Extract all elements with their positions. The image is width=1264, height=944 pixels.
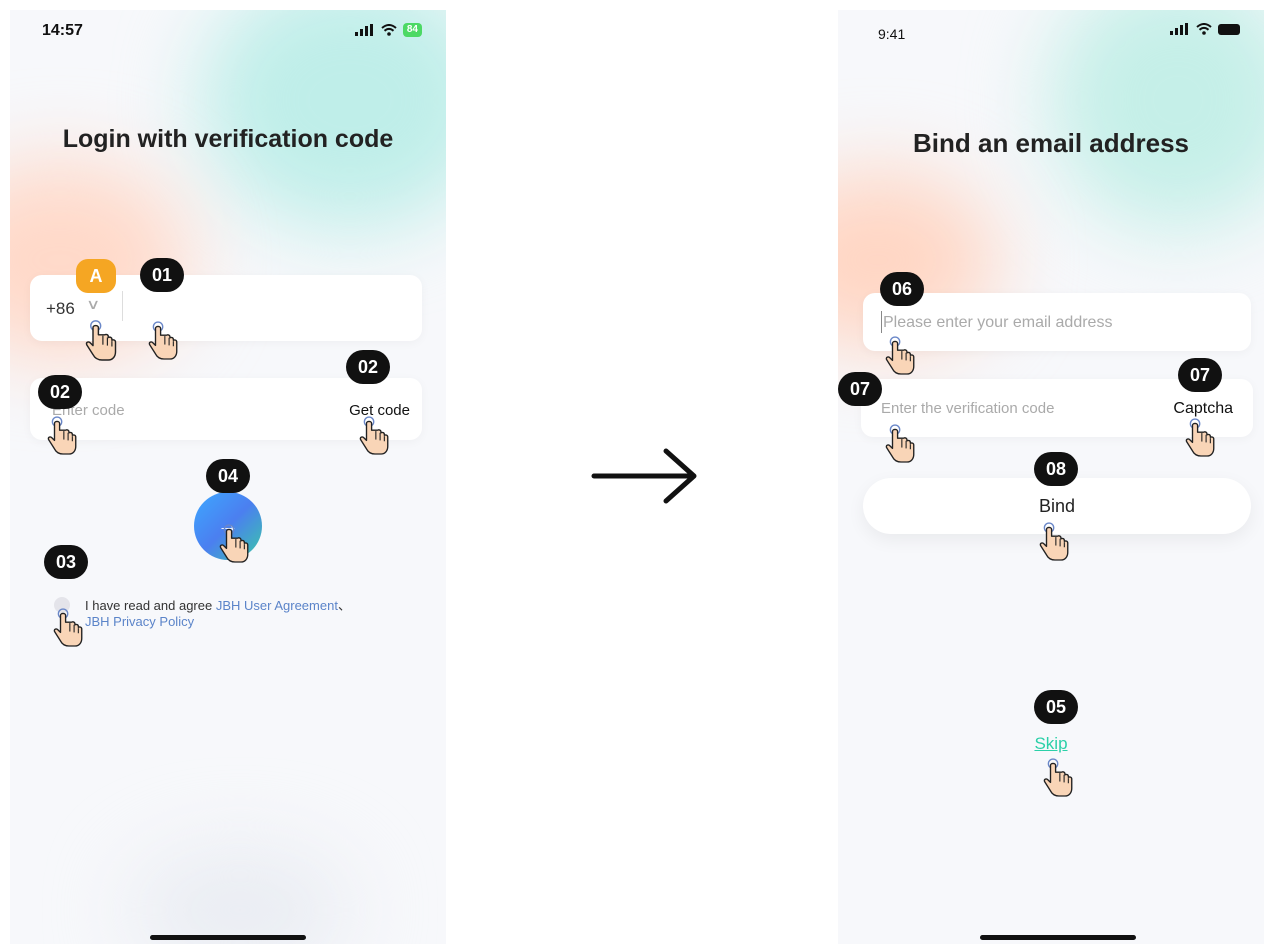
email-input-card: Please enter your email address — [863, 293, 1251, 351]
annotation-step-08: 08 — [1034, 452, 1078, 486]
agreement-prefix: I have read and agree — [85, 598, 216, 613]
long-arrow-right-icon — [591, 448, 697, 504]
pointing-hand-icon — [1038, 522, 1072, 564]
annotation-step-01: 01 — [140, 258, 184, 292]
pointing-hand-icon — [218, 524, 252, 566]
background-glow-bottom — [130, 850, 350, 944]
status-time: 14:57 — [42, 22, 83, 39]
status-icons: 84 — [354, 23, 422, 37]
login-screen: 14:57 84 Login with verification code +8… — [10, 10, 446, 944]
agreement-separator: 、 — [337, 598, 351, 613]
pointing-hand-icon — [52, 608, 86, 650]
field-divider — [122, 291, 123, 321]
pointing-hand-icon — [884, 424, 918, 466]
annotation-step-02-code: 02 — [38, 375, 82, 409]
signal-icon — [1170, 23, 1188, 35]
pointing-hand-icon — [84, 320, 120, 364]
country-code-selector[interactable]: +86 — [46, 299, 75, 319]
status-icons — [1170, 23, 1240, 35]
status-time: 9:41 — [878, 26, 906, 42]
status-bar: 14:57 84 — [10, 20, 446, 44]
agreement-text: I have read and agree JBH User Agreement… — [85, 595, 351, 614]
pointing-hand-icon — [1184, 418, 1218, 460]
privacy-policy-link[interactable]: JBH Privacy Policy — [85, 614, 194, 629]
signal-icon — [354, 24, 373, 36]
page-title: Login with verification code — [62, 125, 394, 153]
home-indicator — [150, 935, 306, 940]
annotation-step-05: 05 — [1034, 690, 1078, 724]
annotation-step-03: 03 — [44, 545, 88, 579]
home-indicator — [980, 935, 1136, 940]
wifi-icon — [381, 24, 397, 36]
annotation-step-04: 04 — [206, 459, 250, 493]
battery-icon — [1218, 23, 1240, 35]
annotation-step-02-get-code: 02 — [346, 350, 390, 384]
status-bar: 9:41 — [838, 20, 1264, 44]
annotation-step-07-captcha: 07 — [1178, 358, 1222, 392]
email-input[interactable]: Please enter your email address — [883, 314, 1112, 332]
skip-link[interactable]: Skip — [838, 734, 1264, 754]
pointing-hand-icon — [358, 416, 392, 458]
battery-icon: 84 — [402, 23, 422, 37]
bind-email-screen: 9:41 Bind an email address Please enter … — [838, 10, 1264, 944]
text-caret — [881, 311, 882, 333]
captcha-button[interactable]: Captcha — [1173, 400, 1233, 418]
annotation-step-06: 06 — [880, 272, 924, 306]
annotation-badge-a: A — [76, 259, 116, 293]
verification-code-input[interactable]: Enter the verification code — [881, 400, 1054, 417]
wifi-icon — [1196, 23, 1212, 35]
page-title: Bind an email address — [913, 128, 1189, 158]
pointing-hand-icon — [1042, 758, 1076, 800]
user-agreement-link[interactable]: JBH User Agreement — [216, 598, 338, 613]
chevron-down-icon[interactable]: ∨ — [86, 296, 100, 313]
agreement-text-line2: JBH Privacy Policy — [85, 614, 194, 629]
pointing-hand-icon — [147, 321, 181, 363]
pointing-hand-icon — [884, 336, 918, 378]
annotation-step-07-code: 07 — [838, 372, 882, 406]
pointing-hand-icon — [46, 416, 80, 458]
